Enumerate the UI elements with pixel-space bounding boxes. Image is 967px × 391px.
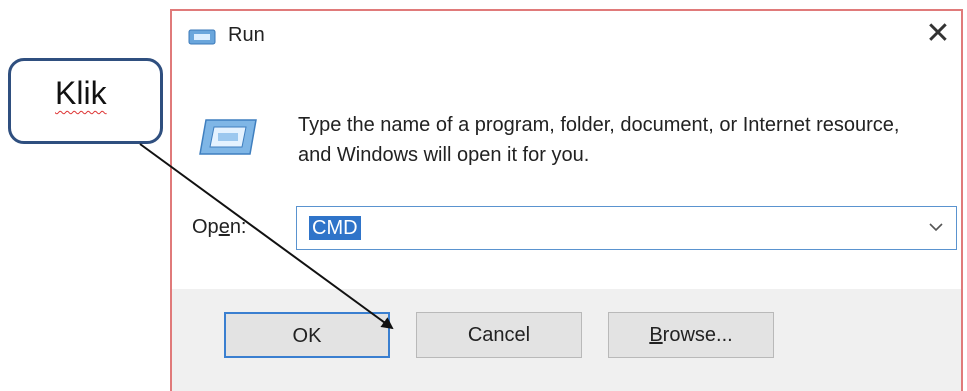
open-input-value[interactable]: CMD [309, 216, 361, 240]
run-icon [188, 29, 216, 45]
close-icon[interactable]: ✕ [921, 17, 955, 51]
browse-label-rest: rowse... [662, 324, 733, 346]
open-label-suffix: n: [229, 216, 247, 238]
run-icon [199, 119, 257, 155]
browse-accelerator: B [649, 324, 663, 346]
browse-button[interactable]: Browse... [608, 312, 774, 358]
open-combobox[interactable]: CMD [296, 206, 957, 250]
open-label-prefix: Op [192, 216, 219, 238]
window-title: Run [228, 24, 265, 46]
open-label: Open: [192, 216, 247, 239]
callout-text: Klik [55, 75, 107, 111]
instruction-text: Type the name of a program, folder, docu… [298, 114, 900, 166]
title-bar[interactable]: Run ✕ [172, 11, 961, 59]
cancel-button[interactable]: Cancel [416, 312, 582, 358]
annotation-callout: Klik [8, 58, 163, 144]
chevron-down-icon[interactable] [926, 217, 946, 237]
open-label-accelerator: e [218, 216, 230, 238]
ok-button[interactable]: OK [224, 312, 390, 358]
